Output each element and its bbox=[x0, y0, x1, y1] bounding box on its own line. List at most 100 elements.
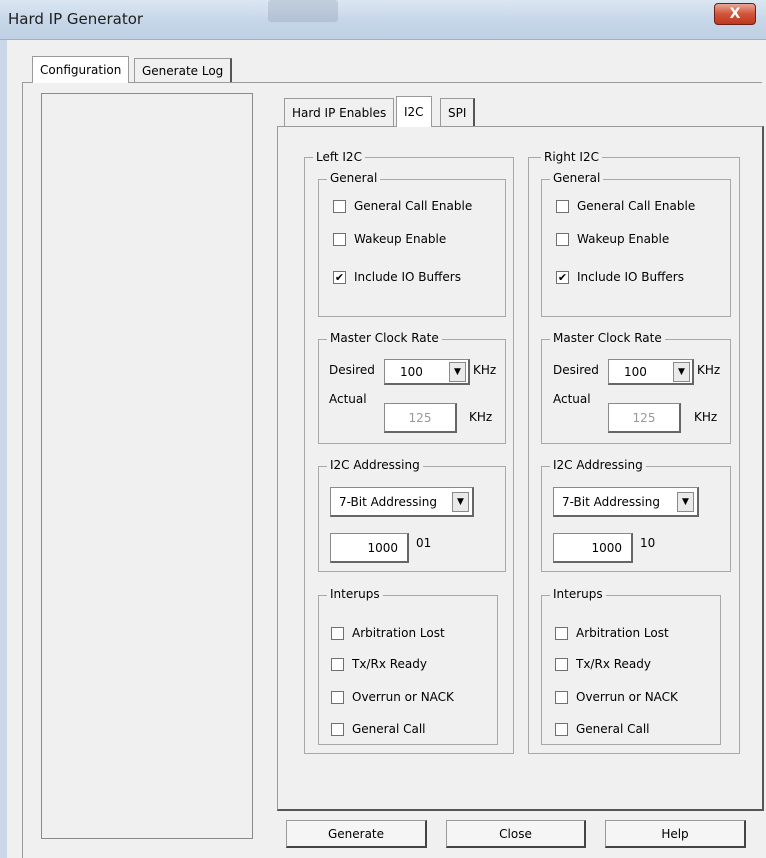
right-txrx-ready-checkbox[interactable]: Tx/Rx Ready bbox=[555, 657, 651, 671]
left-desired-rate-value: 100 bbox=[400, 364, 423, 379]
title-bar-ghost bbox=[268, 0, 338, 22]
right-general-call-enable-checkbox[interactable]: General Call Enable bbox=[556, 199, 695, 213]
right-general-call-checkbox[interactable]: General Call bbox=[555, 722, 650, 736]
right-address-field[interactable]: 1000 bbox=[553, 533, 633, 563]
right-wakeup-enable-label: Wakeup Enable bbox=[577, 232, 670, 246]
checkbox-box[interactable] bbox=[333, 232, 346, 246]
right-txrx-ready-label: Tx/Rx Ready bbox=[576, 657, 651, 671]
dropdown-arrow-icon[interactable]: ▼ bbox=[677, 492, 694, 512]
left-arbitration-lost-label: Arbitration Lost bbox=[352, 626, 445, 640]
left-address-field[interactable]: 1000 bbox=[330, 533, 409, 563]
right-addressing-mode-select[interactable]: 7-Bit Addressing ▼ bbox=[553, 487, 699, 517]
right-wakeup-enable-checkbox[interactable]: Wakeup Enable bbox=[556, 232, 669, 246]
close-icon: X bbox=[729, 6, 741, 22]
window-title: Hard IP Generator bbox=[8, 10, 144, 28]
left-include-io-buffers-label: Include IO Buffers bbox=[354, 270, 461, 284]
tab-generate-log-label: Generate Log bbox=[142, 63, 224, 78]
tab-hard-ip-enables-label: Hard IP Enables bbox=[292, 105, 387, 120]
left-address-value: 1000 bbox=[367, 540, 398, 555]
left-include-io-buffers-checkbox[interactable]: ✔ Include IO Buffers bbox=[333, 270, 461, 284]
checkbox-box[interactable] bbox=[331, 626, 344, 640]
tab-generate-log[interactable]: Generate Log bbox=[134, 58, 233, 82]
left-clock-title: Master Clock Rate bbox=[327, 331, 442, 345]
right-address-value: 1000 bbox=[591, 540, 622, 555]
checkbox-box[interactable] bbox=[331, 690, 344, 704]
close-button[interactable]: Close bbox=[446, 820, 586, 848]
left-actual-label: Actual bbox=[329, 392, 367, 406]
dropdown-arrow-icon[interactable]: ▼ bbox=[449, 362, 466, 382]
tab-i2c-label: I2C bbox=[404, 105, 424, 119]
right-clock-title: Master Clock Rate bbox=[550, 331, 665, 345]
left-desired-rate-select[interactable]: 100 ▼ bbox=[384, 359, 470, 385]
checkbox-box[interactable] bbox=[555, 722, 568, 736]
left-desired-unit: KHz bbox=[473, 363, 497, 377]
left-addressing-mode-select[interactable]: 7-Bit Addressing ▼ bbox=[330, 487, 474, 517]
left-general-call-label: General Call bbox=[352, 722, 426, 736]
left-general-title: General bbox=[327, 171, 381, 185]
left-general-call-enable-label: General Call Enable bbox=[354, 199, 473, 213]
right-i2c-title: Right I2C bbox=[541, 150, 602, 164]
left-interrupts-title: Interups bbox=[327, 587, 383, 601]
left-desired-label: Desired bbox=[329, 363, 375, 377]
left-wakeup-enable-label: Wakeup Enable bbox=[354, 232, 447, 246]
help-button[interactable]: Help bbox=[605, 820, 746, 848]
right-include-io-buffers-checkbox[interactable]: ✔ Include IO Buffers bbox=[556, 270, 684, 284]
item-list-box[interactable] bbox=[41, 93, 253, 839]
left-i2c-title: Left I2C bbox=[313, 150, 365, 164]
right-desired-rate-value: 100 bbox=[624, 364, 647, 379]
tab-spi[interactable]: SPI bbox=[440, 98, 476, 126]
left-overrun-nack-checkbox[interactable]: Overrun or NACK bbox=[331, 690, 454, 704]
help-button-label: Help bbox=[661, 826, 689, 841]
right-overrun-nack-checkbox[interactable]: Overrun or NACK bbox=[555, 690, 678, 704]
right-addressing-mode-value: 7-Bit Addressing bbox=[562, 494, 660, 509]
left-txrx-ready-label: Tx/Rx Ready bbox=[352, 657, 427, 671]
checkbox-box[interactable] bbox=[331, 657, 344, 671]
close-window-button[interactable]: X bbox=[714, 3, 756, 25]
checkbox-box[interactable] bbox=[555, 626, 568, 640]
left-arbitration-lost-checkbox[interactable]: Arbitration Lost bbox=[331, 626, 445, 640]
check-icon[interactable]: ✔ bbox=[556, 270, 569, 284]
right-arbitration-lost-checkbox[interactable]: Arbitration Lost bbox=[555, 626, 669, 640]
left-overrun-nack-label: Overrun or NACK bbox=[352, 690, 454, 704]
left-general-call-checkbox[interactable]: General Call bbox=[331, 722, 426, 736]
right-actual-rate-value: 125 bbox=[632, 410, 656, 425]
generate-button[interactable]: Generate bbox=[286, 820, 427, 848]
left-txrx-ready-checkbox[interactable]: Tx/Rx Ready bbox=[331, 657, 427, 671]
generate-button-label: Generate bbox=[327, 826, 385, 841]
checkbox-box[interactable] bbox=[555, 657, 568, 671]
close-button-label: Close bbox=[499, 826, 532, 841]
right-address-suffix: 10 bbox=[640, 536, 656, 550]
window-frame-edge bbox=[0, 40, 7, 858]
right-desired-rate-select[interactable]: 100 ▼ bbox=[608, 359, 694, 385]
right-general-call-label: General Call bbox=[576, 722, 650, 736]
dropdown-arrow-icon[interactable]: ▼ bbox=[673, 362, 690, 382]
right-addressing-title: I2C Addressing bbox=[550, 458, 646, 472]
left-wakeup-enable-checkbox[interactable]: Wakeup Enable bbox=[333, 232, 446, 246]
left-actual-rate-field: 125 bbox=[384, 403, 457, 433]
left-general-call-enable-checkbox[interactable]: General Call Enable bbox=[333, 199, 472, 213]
right-include-io-buffers-label: Include IO Buffers bbox=[577, 270, 684, 284]
right-general-call-enable-label: General Call Enable bbox=[577, 199, 696, 213]
left-actual-rate-value: 125 bbox=[408, 410, 432, 425]
right-general-title: General bbox=[550, 171, 604, 185]
right-desired-label: Desired bbox=[553, 363, 599, 377]
left-addressing-mode-value: 7-Bit Addressing bbox=[339, 494, 437, 509]
tab-configuration[interactable]: Configuration bbox=[32, 56, 130, 83]
tab-spi-label: SPI bbox=[448, 105, 467, 120]
checkbox-box[interactable] bbox=[556, 232, 569, 246]
right-actual-unit: KHz bbox=[694, 410, 718, 424]
right-desired-unit: KHz bbox=[697, 363, 721, 377]
right-overrun-nack-label: Overrun or NACK bbox=[576, 690, 678, 704]
tab-hard-ip-enables[interactable]: Hard IP Enables bbox=[284, 98, 395, 126]
checkbox-box[interactable] bbox=[555, 690, 568, 704]
checkbox-box[interactable] bbox=[556, 199, 569, 213]
right-actual-label: Actual bbox=[553, 392, 591, 406]
left-address-suffix: 01 bbox=[416, 536, 432, 550]
dropdown-arrow-icon[interactable]: ▼ bbox=[452, 492, 469, 512]
tab-i2c[interactable]: I2C bbox=[396, 96, 432, 127]
checkbox-box[interactable] bbox=[333, 199, 346, 213]
check-icon[interactable]: ✔ bbox=[333, 270, 346, 284]
right-arbitration-lost-label: Arbitration Lost bbox=[576, 626, 669, 640]
left-addressing-title: I2C Addressing bbox=[327, 458, 423, 472]
checkbox-box[interactable] bbox=[331, 722, 344, 736]
